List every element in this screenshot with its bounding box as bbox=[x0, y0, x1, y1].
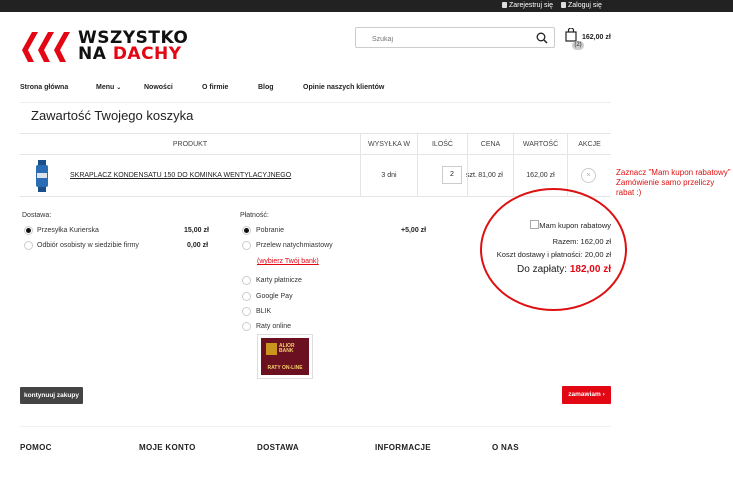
footer-help[interactable]: POMOC bbox=[20, 443, 52, 452]
delivery-option-pickup[interactable]: Odbiór osobisty w siedzibie firmy bbox=[37, 242, 139, 249]
continue-shopping-button[interactable]: kontynuuj zakupy bbox=[20, 387, 83, 404]
payment-option-cod[interactable]: Pobranie bbox=[256, 227, 284, 234]
delivery-label: Dostawa: bbox=[22, 212, 52, 219]
logo-text-line2: NA DACHY bbox=[78, 46, 182, 63]
nav-item-menu[interactable]: Menu ⌄ bbox=[96, 84, 121, 91]
cell-shipping: 3 dni bbox=[360, 155, 417, 197]
nav-item-news[interactable]: Nowości bbox=[144, 84, 173, 91]
delivery-radio-courier[interactable] bbox=[24, 226, 33, 235]
login-link-label[interactable]: Zaloguj się bbox=[568, 2, 602, 9]
nav-item-blog[interactable]: Blog bbox=[258, 84, 274, 91]
choose-bank-link[interactable]: (wybierz Twój bank) bbox=[257, 258, 319, 265]
payment-option-installments[interactable]: Raty online bbox=[256, 323, 291, 330]
alior-bank-logo[interactable]: ALIOR BANK RATY ON-LINE bbox=[257, 334, 313, 379]
footer-divider bbox=[20, 426, 611, 427]
highlight-ellipse bbox=[480, 188, 627, 311]
top-bar: Zarejestruj się Zaloguj się bbox=[0, 0, 733, 12]
payment-price-cod: +5,00 zł bbox=[401, 227, 427, 234]
footer-account[interactable]: MOJE KONTO bbox=[139, 443, 196, 452]
remove-item-button[interactable]: × bbox=[581, 168, 596, 183]
cell-price: 81,00 zł bbox=[467, 155, 513, 197]
logo[interactable]: WSZYSTKO NA DACHY bbox=[22, 30, 222, 64]
payment-radio-gpay[interactable] bbox=[242, 292, 251, 301]
payment-radio-cards[interactable] bbox=[242, 276, 251, 285]
cart-count-badge: (2) bbox=[572, 41, 584, 50]
chevron-down-icon: ⌄ bbox=[116, 85, 122, 91]
col-header-shipping: WYSYŁKA W bbox=[360, 134, 417, 155]
payment-option-transfer[interactable]: Przelew natychmiastowy bbox=[256, 242, 333, 249]
register-link-label[interactable]: Zarejestruj się bbox=[509, 2, 553, 9]
payment-radio-installments[interactable] bbox=[242, 322, 251, 331]
nav-item-reviews[interactable]: Opinie naszych klientów bbox=[303, 84, 384, 91]
nav-item-home[interactable]: Strona główna bbox=[20, 84, 68, 91]
register-link[interactable]: Zarejestruj się bbox=[502, 0, 553, 12]
col-header-actions: AKCJE bbox=[567, 134, 611, 155]
shopping-bag-icon[interactable] bbox=[565, 28, 577, 42]
nav-divider bbox=[20, 102, 611, 103]
alior-bank-name: ALIOR BANK bbox=[279, 343, 295, 354]
alior-symbol-icon bbox=[266, 343, 277, 355]
delivery-price-courier: 15,00 zł bbox=[184, 227, 209, 234]
payment-radio-transfer[interactable] bbox=[242, 241, 251, 250]
nav-item-about[interactable]: O firmie bbox=[202, 84, 228, 91]
lock-icon bbox=[561, 2, 566, 8]
logo-stripes-icon bbox=[22, 32, 70, 62]
search-box bbox=[355, 27, 555, 49]
search-input[interactable] bbox=[356, 30, 526, 49]
delivery-option-courier[interactable]: Przesyłka Kurierska bbox=[37, 227, 99, 234]
annotation-line2: Zamówienie samo przeliczy rabat :) bbox=[616, 178, 715, 197]
quantity-input[interactable]: 2 bbox=[442, 166, 462, 184]
logo-text-na: NA bbox=[78, 44, 113, 64]
coupon-annotation: Zaznacz "Mam kupon rabatowy" Zamówienie … bbox=[616, 168, 733, 198]
payment-option-gpay[interactable]: Google Pay bbox=[256, 293, 293, 300]
search-icon[interactable] bbox=[536, 32, 548, 44]
product-image[interactable] bbox=[35, 160, 49, 192]
login-link[interactable]: Zaloguj się bbox=[561, 0, 602, 12]
col-header-price: CENA bbox=[467, 134, 513, 155]
user-icon bbox=[502, 2, 507, 8]
annotation-line1: Zaznacz "Mam kupon rabatowy" bbox=[616, 168, 731, 177]
payment-label: Płatność: bbox=[240, 212, 269, 219]
product-name-link[interactable]: SKRAPLACZ KONDENSATU 150 DO KOMINKA WENT… bbox=[70, 155, 291, 197]
payment-option-blik[interactable]: BLIK bbox=[256, 308, 271, 315]
payment-radio-cod[interactable] bbox=[242, 226, 251, 235]
delivery-price-pickup: 0,00 zł bbox=[187, 242, 209, 249]
cart-table-header: PRODUKT WYSYŁKA W ILOŚĆ CENA WARTOŚĆ AKC… bbox=[20, 133, 611, 155]
col-header-product: PRODUKT bbox=[172, 141, 208, 148]
payment-option-cards[interactable]: Karty płatnicze bbox=[256, 277, 302, 284]
nav-item-menu-label: Menu bbox=[96, 84, 115, 91]
col-header-value: WARTOŚĆ bbox=[513, 134, 567, 155]
cart-total: 162,00 zł bbox=[582, 34, 611, 41]
footer-about[interactable]: O NAS bbox=[492, 443, 519, 452]
order-button[interactable]: zamawiam › bbox=[562, 386, 611, 404]
col-header-qty: ILOŚĆ bbox=[417, 134, 467, 155]
alior-bank-badge: ALIOR BANK RATY ON-LINE bbox=[261, 338, 309, 375]
logo-text-dachy: DACHY bbox=[112, 44, 182, 64]
alior-raty-online: RATY ON-LINE bbox=[267, 365, 303, 371]
payment-radio-blik[interactable] bbox=[242, 307, 251, 316]
table-row: SKRAPLACZ KONDENSATU 150 DO KOMINKA WENT… bbox=[20, 155, 611, 197]
delivery-radio-pickup[interactable] bbox=[24, 241, 33, 250]
footer-info[interactable]: INFORMACJE bbox=[375, 443, 431, 452]
page-title: Zawartość Twojego koszyka bbox=[31, 108, 194, 123]
footer-delivery[interactable]: DOSTAWA bbox=[257, 443, 299, 452]
